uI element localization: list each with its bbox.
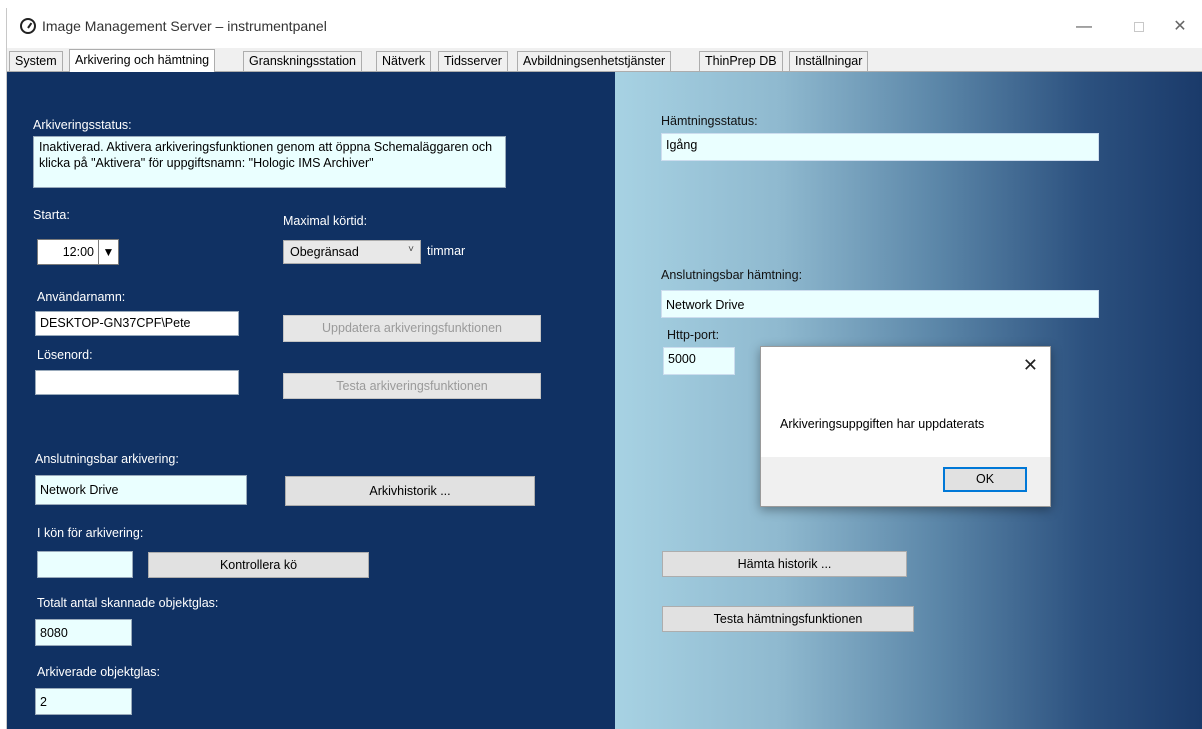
- dialog-footer: OK: [761, 457, 1050, 506]
- ok-button[interactable]: OK: [943, 467, 1027, 492]
- app-clock-icon: [20, 18, 36, 34]
- tab-bar: System Arkivering och hämtning Gransknin…: [7, 48, 1202, 72]
- archived-slides-value: 2: [35, 688, 132, 715]
- maximize-icon: [1134, 22, 1144, 32]
- archive-status-text: Inaktiverad. Aktivera arkiveringsfunktio…: [33, 136, 506, 188]
- tab-content: Arkiveringsstatus: Inaktiverad. Aktivera…: [7, 72, 1202, 729]
- background-strip: [0, 0, 1202, 8]
- confirmation-dialog: ✕ Arkiveringsuppgiften har uppdaterats O…: [760, 346, 1051, 507]
- username-label: Användarnamn:: [37, 290, 126, 304]
- http-port-label: Http-port:: [667, 328, 720, 342]
- archiving-panel: Arkiveringsstatus: Inaktiverad. Aktivera…: [7, 72, 615, 729]
- tab-settings[interactable]: Inställningar: [789, 51, 869, 71]
- tab-network[interactable]: Nätverk: [376, 51, 432, 71]
- test-archiver-button[interactable]: Testa arkiveringsfunktionen: [283, 373, 541, 399]
- tab-archiving-retrieval[interactable]: Arkivering och hämtning: [69, 49, 216, 72]
- max-runtime-value: Obegränsad: [290, 245, 359, 259]
- tab-system[interactable]: System: [9, 51, 63, 71]
- retrieval-history-button[interactable]: Hämta historik ...: [662, 551, 907, 577]
- password-label: Lösenord:: [37, 348, 93, 362]
- close-window-button[interactable]: ✕: [1165, 14, 1195, 40]
- retrieval-status-value: Igång: [661, 133, 1099, 161]
- chevron-down-icon[interactable]: ▼: [98, 240, 118, 264]
- maximize-button[interactable]: [1125, 14, 1155, 40]
- chevron-down-icon: ˅: [408, 244, 414, 255]
- archived-slides-label: Arkiverade objektglas:: [37, 665, 160, 679]
- total-scanned-value: 8080: [35, 619, 132, 646]
- connectable-archive-label: Anslutningsbar arkivering:: [35, 452, 179, 466]
- max-runtime-label: Maximal körtid:: [283, 214, 368, 228]
- update-archiver-button[interactable]: Uppdatera arkiveringsfunktionen: [283, 315, 541, 342]
- dialog-message: Arkiveringsuppgiften har uppdaterats: [780, 417, 985, 431]
- password-field[interactable]: [35, 370, 239, 395]
- title-bar: Image Management Server – instrumentpane…: [7, 8, 1202, 46]
- test-retrieval-button[interactable]: Testa hämtningsfunktionen: [662, 606, 914, 632]
- tab-time-server[interactable]: Tidsserver: [438, 51, 508, 71]
- retrieval-status-label: Hämtningsstatus:: [661, 114, 758, 128]
- hours-label: timmar: [427, 244, 466, 258]
- username-field[interactable]: DESKTOP-GN37CPF\Pete: [35, 311, 239, 336]
- minimize-button[interactable]: —: [1069, 14, 1099, 40]
- connectable-retrieval-label: Anslutningsbar hämtning:: [661, 268, 803, 282]
- check-queue-button[interactable]: Kontrollera kö: [148, 552, 369, 578]
- max-runtime-select[interactable]: Obegränsad ˅: [283, 240, 421, 264]
- app-window: Image Management Server – instrumentpane…: [6, 8, 1202, 729]
- archive-queue-value: [37, 551, 133, 578]
- archive-status-label: Arkiveringsstatus:: [33, 118, 132, 132]
- archive-history-button[interactable]: Arkivhistorik ...: [285, 476, 535, 506]
- start-time-value: 12:00: [62, 245, 94, 259]
- archive-queue-label: I kön för arkivering:: [37, 526, 144, 540]
- total-scanned-label: Totalt antal skannade objektglas:: [37, 596, 219, 610]
- connectable-archive-value: Network Drive: [35, 475, 247, 505]
- connectable-retrieval-value: Network Drive: [661, 290, 1099, 318]
- tab-review-station[interactable]: Granskningsstation: [243, 51, 363, 71]
- start-time-picker[interactable]: 12:00 ▼: [37, 239, 119, 265]
- tab-imaging-services[interactable]: Avbildningsenhetstjänster: [517, 51, 672, 71]
- window-title: Image Management Server – instrumentpane…: [42, 18, 327, 34]
- start-label: Starta:: [33, 208, 70, 222]
- http-port-field[interactable]: 5000: [663, 347, 735, 375]
- close-icon[interactable]: ✕: [1023, 355, 1038, 376]
- tab-thinprep-db[interactable]: ThinPrep DB: [699, 51, 783, 71]
